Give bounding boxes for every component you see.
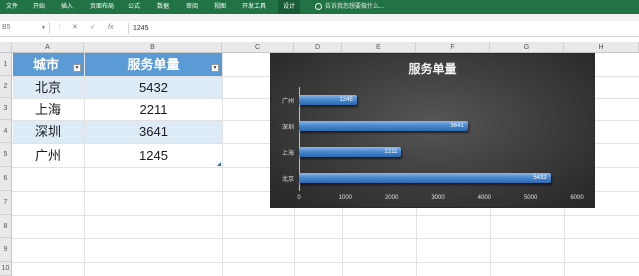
category-label: 北京 (281, 177, 294, 183)
table-cell-city[interactable]: 北京 (13, 77, 84, 98)
row-header-8[interactable]: 8 (0, 215, 12, 238)
data-label: 3641 (450, 123, 464, 129)
col-header-c[interactable]: C (222, 42, 294, 53)
tab-review[interactable]: 审阅 (186, 0, 198, 14)
tell-me-search[interactable]: 告诉我您想要做什么... (315, 0, 384, 14)
ribbon-tabs: 文件 开始 插入 页面布局 公式 数据 审阅 视图 开发工具 设计 告诉我您想要… (0, 0, 639, 14)
col-header-g[interactable]: G (490, 42, 564, 53)
tab-formulas[interactable]: 公式 (128, 0, 140, 14)
col-header-d[interactable]: D (294, 42, 342, 53)
col-header-a[interactable]: A (12, 42, 84, 53)
x-tick-label: 0 (297, 195, 301, 201)
table-cell-orders[interactable]: 1245 (85, 144, 222, 167)
more-icon: ⋮ (56, 24, 63, 31)
chevron-down-icon[interactable]: ▼ (41, 22, 46, 34)
row-header-10[interactable]: 10 (0, 262, 12, 276)
row-header-3[interactable]: 3 (0, 98, 12, 120)
grid-line (12, 262, 639, 263)
x-tick-label: 6000 (570, 195, 584, 201)
formula-input[interactable]: 1245 (128, 23, 149, 34)
row-header-9[interactable]: 9 (0, 238, 12, 262)
table-header-orders[interactable]: 服务单量 (85, 53, 222, 76)
table-cell-city[interactable]: 上海 (13, 99, 84, 120)
grid-line (222, 53, 223, 276)
cancel-icon[interactable]: ✕ (72, 23, 78, 33)
filter-dropdown-icon[interactable]: ▼ (211, 64, 219, 72)
enter-icon[interactable]: ✓ (90, 23, 96, 33)
data-label: 5432 (533, 175, 547, 181)
tab-data[interactable]: 数据 (157, 0, 169, 14)
table-cell-orders[interactable]: 3641 (85, 121, 222, 143)
tab-design[interactable]: 设计 (278, 0, 301, 14)
bar-chart[interactable]: 服务单量 北京 5432 上海 2211 深圳 3641 广州 1245 0 1000 2000 30… (270, 53, 595, 208)
category-label: 上海 (281, 151, 294, 157)
filter-dropdown-icon[interactable]: ▼ (73, 64, 81, 72)
select-all-corner[interactable] (0, 42, 12, 53)
category-label: 广州 (281, 99, 294, 105)
tab-file[interactable]: 文件 (6, 0, 18, 14)
row-header-2[interactable]: 2 (0, 76, 12, 98)
tab-home[interactable]: 开始 (33, 0, 45, 14)
tab-insert[interactable]: 插入 (61, 0, 73, 14)
table-cell-orders[interactable]: 5432 (85, 77, 222, 98)
name-box-value: B5 (2, 24, 11, 31)
formula-bar: B5 ▼ ⋮ ✕ ✓ fx 1245 (0, 21, 639, 37)
row-header-6[interactable]: 6 (0, 167, 12, 191)
tab-developer[interactable]: 开发工具 (242, 0, 266, 14)
row-header-7[interactable]: 7 (0, 191, 12, 215)
table-cell-orders[interactable]: 2211 (85, 99, 222, 120)
table-cell-city[interactable]: 深圳 (13, 121, 84, 143)
row-header-5[interactable]: 5 (0, 143, 12, 167)
tab-view[interactable]: 视图 (214, 0, 226, 14)
col-header-h[interactable]: H (564, 42, 639, 53)
col-header-e[interactable]: E (342, 42, 416, 53)
name-box[interactable]: B5 ▼ (0, 22, 50, 34)
col-header-b[interactable]: B (84, 42, 222, 53)
insert-function-icon[interactable]: fx (108, 23, 113, 33)
category-label: 深圳 (281, 125, 294, 131)
data-label: 2211 (384, 149, 398, 155)
grid-line (12, 215, 639, 216)
ribbon-body (0, 14, 639, 21)
x-tick-label: 5000 (523, 195, 538, 201)
tab-page-layout[interactable]: 页面布局 (90, 0, 114, 14)
lightbulb-icon (315, 2, 322, 10)
row-header-4[interactable]: 4 (0, 120, 12, 143)
col-header-f[interactable]: F (416, 42, 490, 53)
x-tick-label: 2000 (384, 195, 399, 201)
tell-me-text: 告诉我您想要做什么... (325, 4, 385, 10)
chart-title: 服务单量 (408, 62, 457, 76)
x-tick-label: 1000 (338, 195, 352, 201)
data-label: 1245 (339, 97, 353, 103)
table-resize-handle[interactable] (217, 162, 221, 166)
grid-line (12, 238, 639, 239)
table-cell-city[interactable]: 广州 (13, 144, 84, 167)
x-tick-label: 4000 (477, 195, 491, 201)
x-tick-label: 3000 (431, 195, 445, 201)
row-header-1[interactable]: 1 (0, 53, 12, 76)
